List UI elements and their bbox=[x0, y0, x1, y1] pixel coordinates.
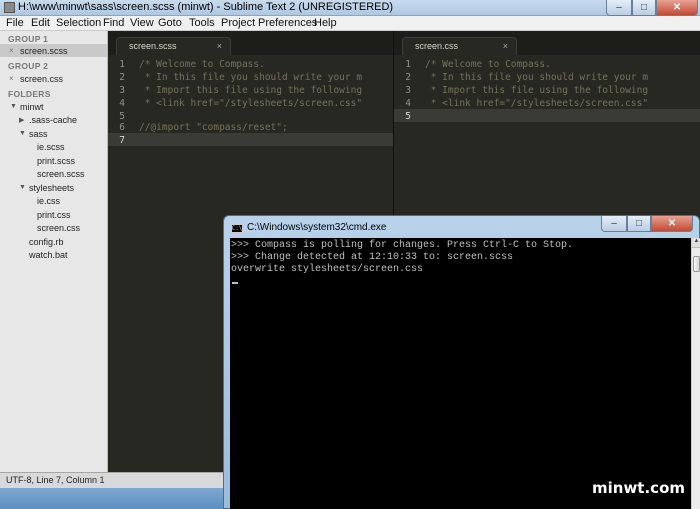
tab-screen-scss[interactable]: screen.scss × bbox=[116, 37, 231, 55]
menu-preferences[interactable]: Preferences bbox=[258, 17, 317, 29]
cmd-window-title[interactable]: C:\Windows\system32\cmd.exe bbox=[247, 222, 387, 233]
sidebar-open-file-label: screen.scss bbox=[20, 46, 68, 56]
menu-goto[interactable]: Goto bbox=[158, 17, 182, 29]
close-icon: ✕ bbox=[667, 217, 677, 229]
maximize-icon: □ bbox=[640, 1, 648, 13]
line-number: 3 bbox=[405, 85, 411, 96]
minimize-icon: – bbox=[611, 217, 617, 229]
line-number: 4 bbox=[405, 98, 411, 109]
line-number: 2 bbox=[119, 72, 125, 83]
scrollbar-thumb[interactable] bbox=[693, 256, 700, 272]
file-screen-css[interactable]: screen.css bbox=[37, 223, 80, 233]
sublime-window-title: H:\www\minwt\sass\screen.scss (minwt) - … bbox=[18, 1, 394, 13]
menu-project[interactable]: Project bbox=[221, 17, 255, 29]
cmd-scrollbar[interactable]: ▲ bbox=[691, 238, 700, 509]
menu-edit[interactable]: Edit bbox=[31, 17, 50, 29]
menu-selection[interactable]: Selection bbox=[56, 17, 101, 29]
close-icon[interactable]: × bbox=[9, 46, 14, 55]
console-line: >>> Change detected at 12:10:33 to: scre… bbox=[231, 252, 514, 263]
expand-triangle-icon[interactable]: ▼ bbox=[10, 103, 17, 110]
code-line: /* Welcome to Compass. bbox=[139, 59, 265, 70]
menu-bar: File Edit Selection Find View Goto Tools… bbox=[0, 16, 700, 31]
close-icon[interactable]: × bbox=[9, 74, 14, 83]
file-print-scss[interactable]: print.scss bbox=[37, 156, 75, 166]
menu-view[interactable]: View bbox=[130, 17, 154, 29]
sidebar-open-file-screen-css[interactable]: screen.css bbox=[20, 74, 63, 84]
cmd-maximize-button[interactable]: □ bbox=[627, 216, 651, 232]
line-number: 5 bbox=[405, 111, 411, 122]
menu-file[interactable]: File bbox=[6, 17, 24, 29]
console-line: >>> Compass is polling for changes. Pres… bbox=[231, 240, 574, 251]
file-ie-css[interactable]: ie.css bbox=[37, 196, 60, 206]
cmd-minimize-button[interactable]: – bbox=[601, 216, 627, 232]
expand-triangle-icon[interactable]: ▼ bbox=[19, 130, 26, 137]
code-line: * In this file you should write your m bbox=[425, 72, 649, 83]
line-number: 3 bbox=[119, 85, 125, 96]
line-number: 6 bbox=[119, 122, 125, 133]
file-ie-scss[interactable]: ie.scss bbox=[37, 142, 65, 152]
cmd-console-output[interactable]: >>> Compass is polling for changes. Pres… bbox=[230, 238, 700, 509]
console-cursor bbox=[232, 282, 238, 284]
code-line: /* Welcome to Compass. bbox=[425, 59, 551, 70]
maximize-icon: □ bbox=[635, 217, 643, 229]
close-icon[interactable]: × bbox=[503, 41, 508, 51]
status-text: UTF-8, Line 7, Column 1 bbox=[6, 475, 105, 485]
line-number: 5 bbox=[119, 111, 125, 122]
watermark: minwt.com bbox=[592, 479, 686, 497]
tab-bar-left: screen.scss × bbox=[108, 31, 393, 55]
close-icon: ✕ bbox=[672, 1, 682, 13]
collapse-triangle-icon[interactable]: ▶ bbox=[19, 116, 24, 124]
close-icon[interactable]: × bbox=[217, 41, 222, 51]
file-print-css[interactable]: print.css bbox=[37, 210, 71, 220]
menu-help[interactable]: Help bbox=[314, 17, 337, 29]
minimize-icon: – bbox=[616, 1, 622, 13]
code-line: * Import this file using the following bbox=[139, 85, 363, 96]
cmd-app-icon: C:\ bbox=[231, 224, 243, 233]
sidebar: GROUP 1 × screen.scss GROUP 2 × screen.c… bbox=[0, 31, 108, 472]
tab-screen-css[interactable]: screen.css × bbox=[402, 37, 517, 55]
close-button[interactable]: ✕ bbox=[656, 0, 698, 16]
scroll-up-arrow-icon[interactable]: ▲ bbox=[692, 238, 700, 248]
tab-label: screen.scss bbox=[129, 41, 177, 51]
line-number: 7 bbox=[119, 135, 125, 146]
sidebar-folders-heading: FOLDERS bbox=[8, 89, 51, 99]
console-line: overwrite stylesheets/screen.css bbox=[231, 264, 424, 275]
folder-stylesheets[interactable]: stylesheets bbox=[29, 183, 74, 193]
code-line: * In this file you should write your m bbox=[139, 72, 363, 83]
sublime-app-icon bbox=[4, 2, 15, 13]
menu-find[interactable]: Find bbox=[103, 17, 124, 29]
code-line: //@import "compass/reset"; bbox=[139, 122, 288, 133]
cmd-window-controls: – □ ✕ bbox=[601, 216, 693, 232]
sublime-title-bar[interactable]: H:\www\minwt\sass\screen.scss (minwt) - … bbox=[0, 0, 700, 16]
code-line: * <link href="/stylesheets/screen.css" bbox=[139, 98, 363, 109]
folder-minwt[interactable]: minwt bbox=[20, 102, 44, 112]
line-number: 4 bbox=[119, 98, 125, 109]
tab-bar-right: screen.css × bbox=[394, 31, 700, 55]
cmd-window: C:\ C:\Windows\system32\cmd.exe – □ ✕ >>… bbox=[223, 215, 700, 509]
expand-triangle-icon[interactable]: ▼ bbox=[19, 184, 26, 191]
code-line: * <link href="/stylesheets/screen.css" bbox=[425, 98, 649, 109]
line-number: 1 bbox=[119, 59, 125, 70]
file-watch-bat[interactable]: watch.bat bbox=[29, 250, 68, 260]
line-number: 2 bbox=[405, 72, 411, 83]
tab-label: screen.css bbox=[415, 41, 459, 51]
menu-tools[interactable]: Tools bbox=[189, 17, 215, 29]
folder-sass-cache[interactable]: .sass-cache bbox=[29, 115, 77, 125]
line-number: 1 bbox=[405, 59, 411, 70]
code-line: * Import this file using the following bbox=[425, 85, 649, 96]
sublime-window-controls: – □ ✕ bbox=[606, 0, 698, 16]
sidebar-group1-heading: GROUP 1 bbox=[8, 34, 49, 44]
current-line-highlight bbox=[394, 109, 700, 122]
minimize-button[interactable]: – bbox=[606, 0, 632, 16]
cmd-close-button[interactable]: ✕ bbox=[651, 216, 693, 232]
sidebar-group2-heading: GROUP 2 bbox=[8, 61, 49, 71]
current-line-highlight bbox=[108, 133, 393, 146]
file-screen-scss[interactable]: screen.scss bbox=[37, 169, 85, 179]
folder-sass[interactable]: sass bbox=[29, 129, 48, 139]
file-config-rb[interactable]: config.rb bbox=[29, 237, 64, 247]
maximize-button[interactable]: □ bbox=[632, 0, 656, 16]
